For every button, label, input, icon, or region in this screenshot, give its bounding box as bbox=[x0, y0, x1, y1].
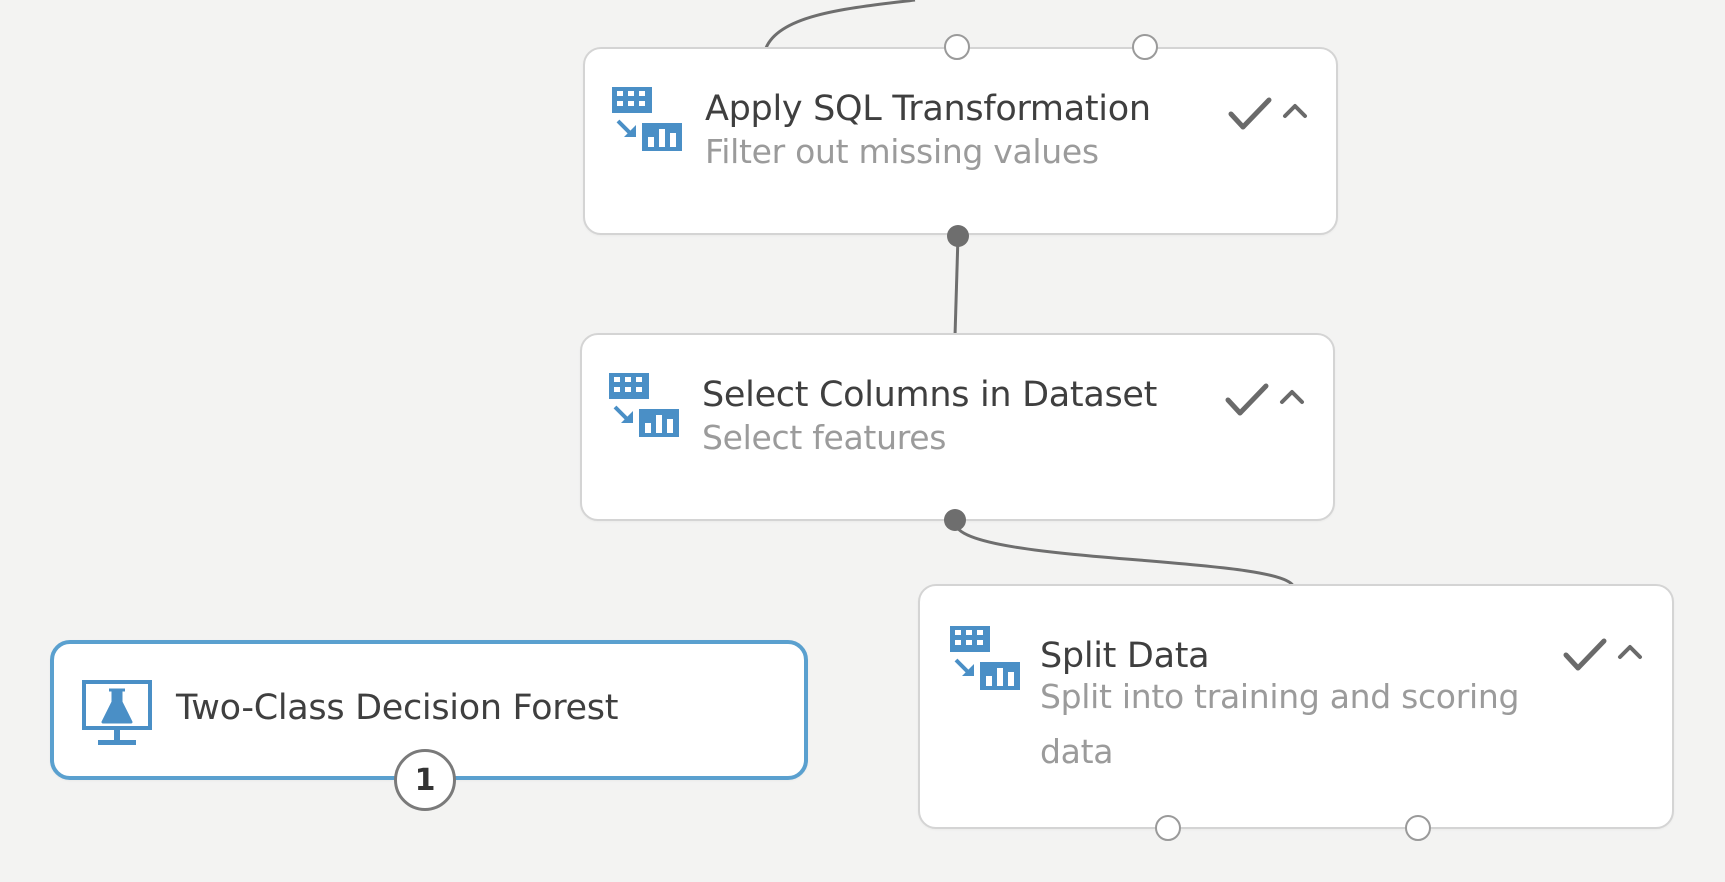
chevron-up-icon[interactable] bbox=[1279, 387, 1305, 409]
output-port[interactable] bbox=[947, 225, 969, 247]
input-port[interactable] bbox=[1132, 34, 1158, 60]
connector-select-to-split[interactable] bbox=[953, 521, 1296, 589]
module-subtitle: Filter out missing values bbox=[705, 132, 1099, 171]
data-transform-icon bbox=[609, 373, 679, 443]
checkmark-icon bbox=[1563, 638, 1607, 676]
module-select-columns-in-dataset[interactable]: Select Columns in Dataset Select feature… bbox=[580, 333, 1335, 521]
output-port[interactable] bbox=[1155, 815, 1181, 841]
module-title: Apply SQL Transformation bbox=[705, 89, 1151, 129]
output-count-badge[interactable]: 1 bbox=[394, 749, 456, 811]
module-apply-sql-transformation[interactable]: Apply SQL Transformation Filter out miss… bbox=[583, 47, 1338, 235]
chevron-up-icon[interactable] bbox=[1282, 101, 1308, 123]
module-subtitle-line-1: Split into training and scoring bbox=[1040, 677, 1520, 716]
input-port[interactable] bbox=[944, 34, 970, 60]
output-port[interactable] bbox=[1405, 815, 1431, 841]
module-subtitle-line-2: data bbox=[1040, 732, 1114, 771]
model-flask-icon bbox=[82, 680, 152, 754]
module-title: Select Columns in Dataset bbox=[702, 375, 1158, 415]
connector-sql-to-select[interactable] bbox=[953, 235, 960, 337]
module-subtitle: Select features bbox=[702, 418, 947, 457]
module-title: Two-Class Decision Forest bbox=[176, 688, 619, 728]
checkmark-icon bbox=[1225, 383, 1269, 421]
connector-incoming[interactable] bbox=[764, 0, 916, 49]
module-split-data[interactable]: Split Data Split into training and scori… bbox=[918, 584, 1674, 829]
chevron-up-icon[interactable] bbox=[1617, 642, 1643, 664]
data-transform-icon bbox=[612, 87, 682, 157]
data-transform-icon bbox=[950, 626, 1020, 696]
output-port[interactable] bbox=[944, 509, 966, 531]
experiment-canvas[interactable]: Apply SQL Transformation Filter out miss… bbox=[0, 0, 1725, 882]
checkmark-icon bbox=[1228, 97, 1272, 135]
